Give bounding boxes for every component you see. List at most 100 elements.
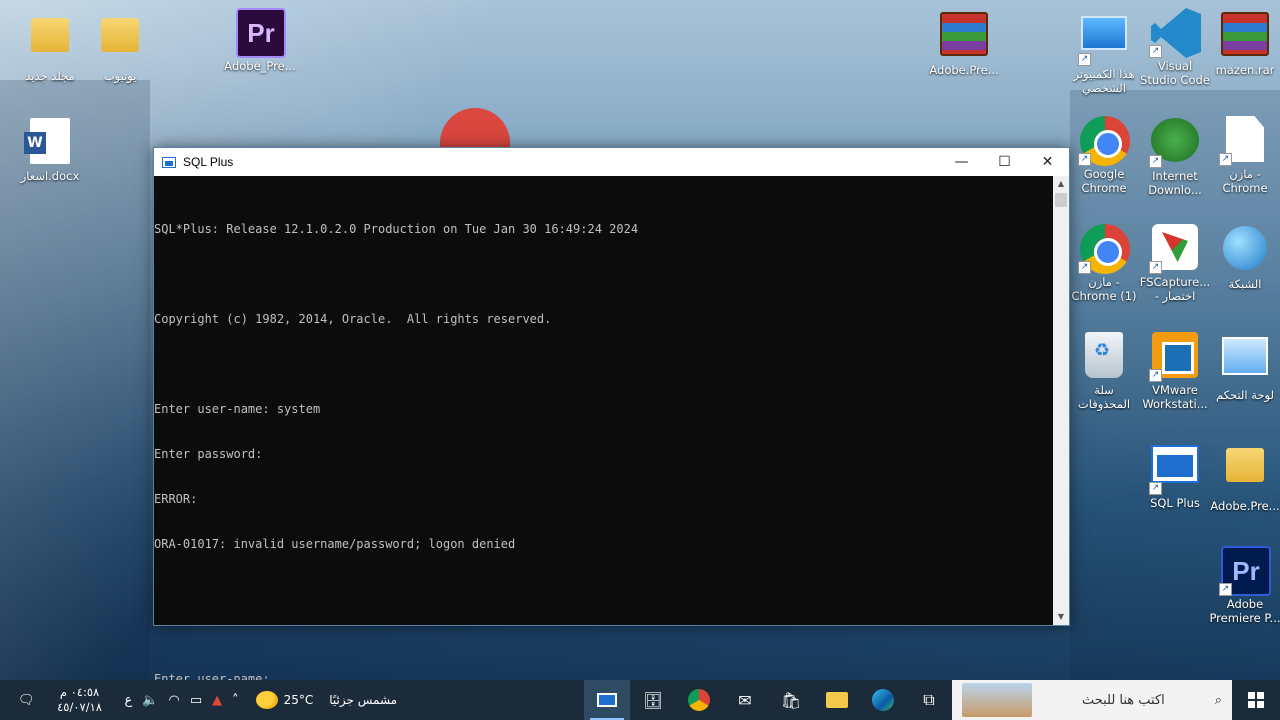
start-button[interactable]	[1232, 680, 1280, 720]
vertical-scrollbar[interactable]: ▲ ▼	[1053, 176, 1069, 625]
task-view-button[interactable]: ⧉	[906, 680, 952, 720]
desktop-icon-network[interactable]: الشبكة	[1209, 224, 1280, 291]
edge-icon	[872, 689, 894, 711]
shortcut-arrow-icon: ↗	[1149, 482, 1162, 495]
close-button[interactable]: ✕	[1026, 148, 1069, 176]
wifi-icon[interactable]: ◠	[163, 693, 184, 708]
tray-app-icon[interactable]: ▲	[207, 693, 227, 708]
window-controls: — ☐ ✕	[940, 148, 1069, 176]
shortcut-arrow-icon: ↗	[1149, 45, 1162, 58]
shortcut-arrow-icon: ↗	[1078, 153, 1091, 166]
vscode-icon: ↗	[1149, 8, 1201, 58]
idm-icon: ↗	[1149, 118, 1199, 168]
desktop-icon-prices-docx[interactable]: اسعار.docx	[14, 118, 86, 183]
folder-icon	[26, 18, 74, 66]
sql-plus-icon: ↗	[1149, 445, 1199, 495]
desktop-icon-label: مجلد جديد	[25, 69, 75, 83]
input-language[interactable]: ع	[120, 693, 138, 708]
desktop-icon-label: Adobe Premiere P...	[1209, 597, 1280, 625]
shortcut-arrow-icon: ↗	[1219, 153, 1232, 166]
desktop-icon-this-pc[interactable]: ↗ هذا الكمبيوتر الشخصي	[1068, 10, 1140, 95]
premiere-icon: Pr ↗	[1219, 546, 1271, 596]
desktop-icon-label: Adobe_Pre...	[224, 59, 296, 73]
desktop-icon-fscapture[interactable]: ↗ FSCapture... - اختصار	[1139, 224, 1211, 303]
folder-icon	[826, 692, 848, 708]
scrollbar-thumb[interactable]	[1055, 193, 1067, 207]
chevron-up-icon[interactable]: ˄	[227, 693, 244, 708]
desktop-icon-sql-plus[interactable]: ↗ SQL Plus	[1139, 440, 1211, 510]
taskbar-edge[interactable]	[860, 680, 906, 720]
desktop-icon-label: mazen.rar	[1215, 63, 1275, 77]
battery-icon[interactable]: ▭	[185, 693, 207, 708]
shortcut-arrow-icon: ↗	[1149, 155, 1162, 168]
desktop-icon-label: الشبكة	[1228, 277, 1262, 291]
desktop-icon-adobe-premiere-pro[interactable]: Pr ↗ Adobe Premiere P...	[1209, 546, 1280, 625]
taskbar-mail[interactable]: ✉	[722, 680, 768, 720]
desktop-icon-vscode[interactable]: ↗ Visual Studio Code	[1139, 8, 1211, 87]
scroll-down-icon[interactable]: ▼	[1053, 609, 1069, 625]
window-titlebar[interactable]: SQL Plus — ☐ ✕	[154, 148, 1069, 176]
sql-plus-window[interactable]: SQL Plus — ☐ ✕ SQL*Plus: Release 12.1.0.…	[153, 147, 1070, 686]
desktop-icon-control-panel[interactable]: لوحة التحكم	[1209, 332, 1280, 402]
scroll-up-icon[interactable]: ▲	[1053, 176, 1069, 192]
desktop-icon-mazen-chrome-1[interactable]: ↗ مازن - Chrome (1)	[1068, 224, 1140, 303]
minimize-button[interactable]: —	[940, 148, 983, 176]
taskbar-clock[interactable]: ٠٤:٥٨ م ٤٥/٠٧/١٨	[40, 685, 120, 715]
console-line: Enter password:	[154, 447, 263, 461]
weather-widget[interactable]: 25°C مشمس جزئيًا	[244, 691, 397, 709]
desktop-icon-youtube-folder[interactable]: يوتيوب	[84, 10, 156, 83]
desktop-icon-internet-download-manager[interactable]: ↗ Internet Downlo...	[1139, 116, 1211, 197]
chrome-icon	[688, 689, 710, 711]
desktop-icon-new-folder[interactable]: مجلد جديد	[14, 10, 86, 83]
notification-icon[interactable]: 🗨	[0, 693, 40, 708]
chrome-profile-icon: ↗	[1078, 224, 1130, 274]
clock-time: ٠٤:٥٨ م	[59, 685, 100, 699]
desktop-icon-label: FSCapture... - اختصار	[1139, 275, 1211, 303]
taskbar-database-app[interactable]: 🗄	[630, 680, 676, 720]
sql-plus-icon	[597, 693, 617, 707]
desktop-icon-vmware[interactable]: ↗ VMware Workstati...	[1139, 332, 1211, 411]
search-highlight-image	[962, 683, 1032, 717]
premiere-icon: Pr	[236, 8, 286, 58]
taskbar-apps: 🗄 ✉ 🛍 ⧉ اكتب هنا للبحث ⌕	[584, 680, 1280, 720]
console-line: Enter user-name: system	[154, 402, 321, 416]
desktop-icon-label: VMware Workstati...	[1142, 383, 1208, 411]
taskbar-search-box[interactable]: اكتب هنا للبحث ⌕	[952, 680, 1232, 720]
desktop-icon-label: Internet Downlo...	[1148, 169, 1202, 197]
desktop-icon-adobe-rar[interactable]: Adobe.Pre...	[928, 10, 1000, 77]
desktop-icon-label: Visual Studio Code	[1140, 59, 1210, 87]
desktop-icon-recycle-bin[interactable]: سلة المحذوفات	[1068, 332, 1140, 411]
file-icon: ↗	[1219, 116, 1269, 166]
volume-icon[interactable]: 🔈	[137, 693, 163, 708]
desktop-icon-label: مازن - Chrome	[1222, 167, 1268, 195]
window-title: SQL Plus	[183, 155, 234, 169]
desktop-icon-label: سلة المحذوفات	[1077, 383, 1131, 411]
system-tray: 🗨 ٠٤:٥٨ م ٤٥/٠٧/١٨ ع 🔈 ◠ ▭ ▲ ˄ 25°C مشمس…	[0, 680, 397, 720]
desktop-icon-label: اسعار.docx	[20, 169, 80, 183]
desktop-icon-adobe-premiere-left[interactable]: Pr Adobe_Pre...	[224, 8, 296, 73]
vmware-icon: ↗	[1149, 332, 1199, 382]
desktop-icon-adobe-folder[interactable]: Adobe.Pre...	[1209, 440, 1280, 513]
desktop-icon-mazen-rar[interactable]: mazen.rar	[1209, 10, 1280, 77]
word-document-icon	[24, 118, 74, 166]
desktop-icon-label: SQL Plus	[1150, 496, 1200, 510]
shortcut-arrow-icon: ↗	[1078, 53, 1091, 66]
taskbar: 🗨 ٠٤:٥٨ م ٤٥/٠٧/١٨ ع 🔈 ◠ ▭ ▲ ˄ 25°C مشمس…	[0, 680, 1280, 720]
console-output[interactable]: SQL*Plus: Release 12.1.0.2.0 Production …	[154, 176, 1053, 686]
taskbar-sql-plus[interactable]	[584, 680, 630, 720]
taskbar-chrome-profile[interactable]	[676, 680, 722, 720]
mail-icon: ✉	[738, 690, 752, 710]
maximize-button[interactable]: ☐	[983, 148, 1026, 176]
desktop-icon-google-chrome[interactable]: ↗ Google Chrome	[1068, 116, 1140, 195]
desktop-icon-mazen-chrome[interactable]: ↗ مازن - Chrome	[1209, 116, 1280, 195]
shortcut-arrow-icon: ↗	[1078, 261, 1091, 274]
task-view-icon: ⧉	[923, 690, 935, 709]
folder-icon	[96, 18, 144, 66]
folder-icon	[1221, 448, 1269, 496]
desktop-icon-label: لوحة التحكم	[1216, 388, 1274, 402]
taskbar-store[interactable]: 🛍	[768, 680, 814, 720]
taskbar-file-explorer[interactable]	[814, 680, 860, 720]
console-line: ERROR:	[154, 492, 198, 506]
